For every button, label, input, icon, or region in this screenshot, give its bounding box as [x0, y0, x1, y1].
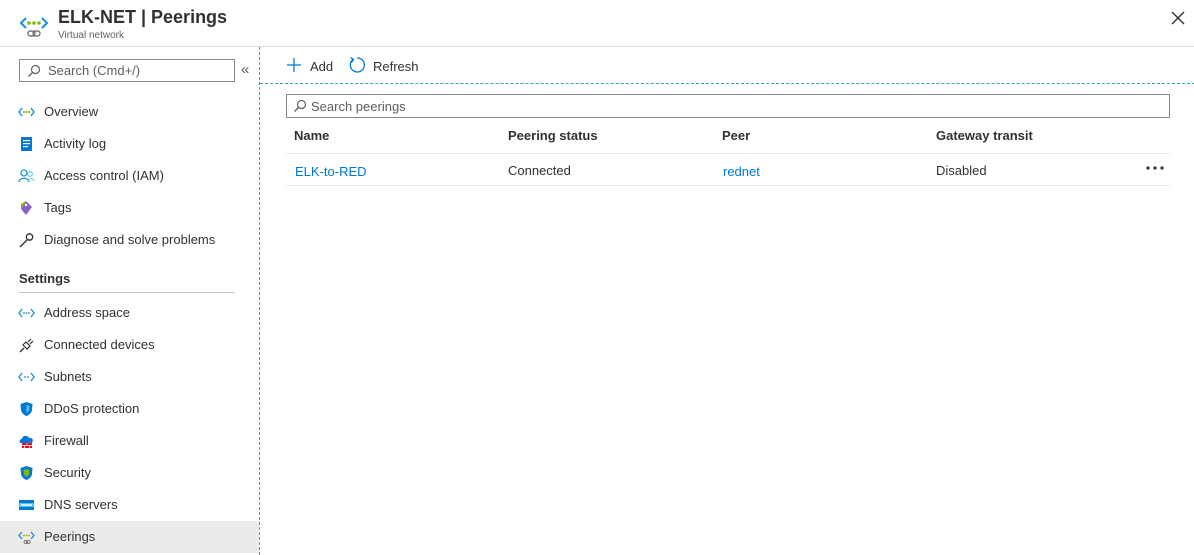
nav-item-label: Connected devices: [44, 337, 155, 352]
page-title: ELK-NET | Peerings: [58, 7, 228, 27]
people-icon: [18, 169, 35, 183]
nav-item-label: Firewall: [44, 433, 89, 448]
plug-icon: [19, 338, 34, 353]
more-options-icon[interactable]: [1144, 160, 1166, 176]
collapse-menu-button[interactable]: «: [241, 62, 255, 78]
nav-item-overview[interactable]: Overview: [0, 96, 259, 128]
nav-item-tags[interactable]: Tags: [0, 192, 259, 224]
resource-menu: « Overview Activity log Access control (…: [0, 47, 259, 555]
column-header-name[interactable]: Name: [294, 128, 329, 143]
security-shield-icon: [20, 466, 33, 480]
virtual-network-icon: [19, 17, 49, 37]
column-header-gateway-transit[interactable]: Gateway transit: [936, 128, 1033, 143]
column-header-peering-status[interactable]: Peering status: [508, 128, 598, 143]
nav-item-label: Peerings: [44, 529, 96, 544]
close-icon[interactable]: [1168, 8, 1188, 28]
blade-header: ELK-NET | Peerings Virtual network: [0, 0, 1194, 47]
nav-item-subnets[interactable]: Subnets: [0, 361, 259, 393]
nav-item-connected-devices[interactable]: Connected devices: [0, 329, 259, 361]
nav-item-address-space[interactable]: Address space: [0, 297, 259, 329]
nav-item-access-control[interactable]: Access control (IAM): [0, 160, 259, 192]
section-title: Settings: [19, 271, 71, 286]
search-icon: [294, 99, 307, 112]
activity-log-icon: [21, 137, 32, 151]
nav-item-diagnose[interactable]: Diagnose and solve problems: [0, 224, 259, 256]
search-icon: [28, 64, 41, 77]
virtual-network-icon: [18, 107, 35, 117]
nav-item-label: Subnets: [44, 369, 92, 384]
nav-item-peerings[interactable]: Peerings: [0, 521, 259, 553]
nav-item-label: DNS servers: [44, 497, 118, 512]
nav-item-security[interactable]: Security: [0, 457, 259, 489]
peerings-search-box[interactable]: [286, 94, 1170, 118]
peer-link[interactable]: rednet: [723, 164, 760, 179]
settings-section-header: Settings: [19, 267, 235, 293]
wrench-icon: [19, 233, 34, 248]
dns-icon: [19, 500, 34, 510]
menu-search-box[interactable]: [19, 59, 235, 82]
column-header-peer[interactable]: Peer: [722, 128, 750, 143]
page-subtitle: Virtual network: [58, 30, 124, 41]
nav-item-label: Activity log: [44, 136, 107, 151]
gateway-transit-value: Disabled: [936, 163, 987, 178]
nav-item-activity-log[interactable]: Activity log: [0, 128, 259, 160]
refresh-button[interactable]: Refresh: [348, 56, 428, 76]
nav-item-firewall[interactable]: Firewall: [0, 425, 259, 457]
add-button[interactable]: Add: [286, 56, 336, 76]
nav-item-label: Address space: [44, 305, 130, 320]
peering-icon: [18, 531, 35, 544]
peering-name-link[interactable]: ELK-to-RED: [295, 164, 367, 179]
firewall-icon: [19, 435, 33, 448]
nav-item-label: Tags: [44, 200, 72, 215]
peering-status: Connected: [508, 163, 571, 178]
peerings-content: Add Refresh Name Peering status Peer Gat…: [259, 47, 1194, 555]
refresh-button-label: Refresh: [373, 59, 419, 74]
address-space-icon: [18, 308, 35, 318]
table-header: Name Peering status Peer Gateway transit: [286, 121, 1170, 154]
plus-icon: [287, 58, 301, 72]
peerings-search-input[interactable]: [311, 98, 1151, 115]
nav-item-label: Access control (IAM): [44, 168, 164, 183]
nav-item-label: Security: [44, 465, 91, 480]
add-button-label: Add: [310, 59, 334, 74]
tag-icon: [21, 201, 32, 215]
subnet-icon: [18, 372, 35, 382]
nav-item-dns-servers[interactable]: DNS servers: [0, 489, 259, 521]
nav-item-label: Overview: [44, 104, 99, 119]
nav-item-ddos-protection[interactable]: DDoS protection: [0, 393, 259, 425]
shield-icon: [20, 402, 33, 416]
nav-item-label: DDoS protection: [44, 401, 140, 416]
menu-search-input[interactable]: [48, 62, 230, 79]
nav-item-label: Diagnose and solve problems: [44, 232, 216, 247]
refresh-icon: [349, 56, 365, 73]
command-bar: Add Refresh: [260, 47, 1194, 84]
table-row[interactable]: ELK-to-RED Connected rednet Disabled: [286, 154, 1170, 186]
